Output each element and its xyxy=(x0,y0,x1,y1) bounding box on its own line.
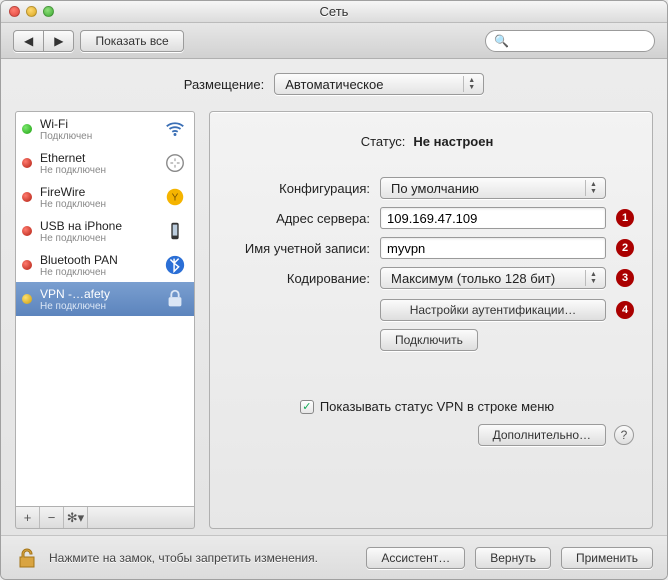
ethernet-icon xyxy=(162,150,188,176)
status-dot-icon xyxy=(22,192,32,202)
search-field[interactable]: 🔍 xyxy=(485,30,655,52)
server-input[interactable] xyxy=(380,207,606,229)
lock-hint: Нажмите на замок, чтобы запретить измене… xyxy=(49,551,356,565)
location-select[interactable]: Автоматическое ▲▼ xyxy=(274,73,484,95)
forward-button[interactable]: ▶ xyxy=(44,30,74,52)
prefs-window: Сеть ◀ ▶ Показать все 🔍 Размещение: Авто… xyxy=(0,0,668,580)
service-status: Не подключен xyxy=(40,267,154,278)
service-name: Ethernet xyxy=(40,151,154,165)
service-item-firewire[interactable]: FireWireНе подключен Y xyxy=(16,180,194,214)
service-name: FireWire xyxy=(40,185,154,199)
config-label: Конфигурация: xyxy=(220,181,370,196)
config-value: По умолчанию xyxy=(391,181,479,196)
service-item-bluetooth[interactable]: Bluetooth PANНе подключен xyxy=(16,248,194,282)
service-item-vpn[interactable]: VPN -…afetyНе подключен xyxy=(16,282,194,316)
status-dot-icon xyxy=(22,124,32,134)
svg-text:Y: Y xyxy=(172,193,179,204)
connect-button[interactable]: Подключить xyxy=(380,329,478,351)
service-item-wifi[interactable]: Wi-FiПодключен xyxy=(16,112,194,146)
updown-icon: ▲▼ xyxy=(585,180,601,196)
vpn-icon xyxy=(162,286,188,312)
show-status-row: ✓ Показывать статус VPN в строке меню xyxy=(220,399,634,414)
back-button[interactable]: ◀ xyxy=(13,30,44,52)
service-actions-button[interactable]: ✻▾ xyxy=(64,507,88,528)
service-name: USB на iPhone xyxy=(40,219,154,233)
service-item-ethernet[interactable]: EthernetНе подключен xyxy=(16,146,194,180)
search-icon: 🔍 xyxy=(494,34,509,48)
status-label: Статус: xyxy=(361,134,406,149)
bluetooth-icon xyxy=(162,252,188,278)
account-input[interactable] xyxy=(380,237,606,259)
search-input[interactable] xyxy=(514,34,646,48)
back-icon: ◀ xyxy=(24,34,33,48)
firewire-icon: Y xyxy=(162,184,188,210)
encryption-row: Кодирование: Максимум (только 128 бит) ▲… xyxy=(220,267,634,289)
service-name: VPN -…afety xyxy=(40,287,154,301)
annotation-1: 1 xyxy=(616,209,634,227)
status-dot-icon xyxy=(22,294,32,304)
config-select[interactable]: По умолчанию ▲▼ xyxy=(380,177,606,199)
location-row: Размещение: Автоматическое ▲▼ xyxy=(1,59,667,105)
encryption-value: Максимум (только 128 бит) xyxy=(391,271,555,286)
show-status-label: Показывать статус VPN в строке меню xyxy=(320,399,554,414)
location-value: Автоматическое xyxy=(285,77,383,92)
service-name: Bluetooth PAN xyxy=(40,253,154,267)
detail-pane: Статус: Не настроен Конфигурация: По умо… xyxy=(209,111,653,529)
status-dot-icon xyxy=(22,158,32,168)
iphone-icon xyxy=(162,218,188,244)
service-item-iphone[interactable]: USB на iPhoneНе подключен xyxy=(16,214,194,248)
footer: Нажмите на замок, чтобы запретить измене… xyxy=(1,535,667,579)
updown-icon: ▲▼ xyxy=(463,76,479,92)
server-label: Адрес сервера: xyxy=(220,211,370,226)
annotation-3: 3 xyxy=(616,269,634,287)
apply-button[interactable]: Применить xyxy=(561,547,653,569)
encryption-select[interactable]: Максимум (только 128 бит) ▲▼ xyxy=(380,267,606,289)
service-status: Не подключен xyxy=(40,199,154,210)
config-row: Конфигурация: По умолчанию ▲▼ xyxy=(220,177,634,199)
content: Wi-FiПодключенEthernetНе подключенFireWi… xyxy=(1,105,667,535)
status-dot-icon xyxy=(22,226,32,236)
auth-row: Настройки аутентификации… 4 xyxy=(380,299,634,321)
advanced-button[interactable]: Дополнительно… xyxy=(478,424,606,446)
show-status-checkbox[interactable]: ✓ xyxy=(300,400,314,414)
status-row: Статус: Не настроен xyxy=(220,134,634,149)
assist-button[interactable]: Ассистент… xyxy=(366,547,465,569)
account-row: Имя учетной записи: 2 xyxy=(220,237,634,259)
nav-segment: ◀ ▶ xyxy=(13,30,74,52)
encryption-label: Кодирование: xyxy=(220,271,370,286)
toolbar: ◀ ▶ Показать все 🔍 xyxy=(1,23,667,59)
revert-button[interactable]: Вернуть xyxy=(475,547,551,569)
service-status: Не подключен xyxy=(40,165,154,176)
service-status: Не подключен xyxy=(40,233,154,244)
wifi-icon xyxy=(162,116,188,142)
account-label: Имя учетной записи: xyxy=(220,241,370,256)
advanced-row: Дополнительно… ? xyxy=(220,424,634,446)
remove-service-button[interactable]: − xyxy=(40,507,64,528)
lock-icon[interactable] xyxy=(15,546,39,570)
list-toolbar: + − ✻▾ xyxy=(15,507,195,529)
connect-row: Подключить xyxy=(380,329,634,351)
forward-icon: ▶ xyxy=(54,34,63,48)
status-dot-icon xyxy=(22,260,32,270)
help-button[interactable]: ? xyxy=(614,425,634,445)
service-list: Wi-FiПодключенEthernetНе подключенFireWi… xyxy=(15,111,195,507)
server-row: Адрес сервера: 1 xyxy=(220,207,634,229)
sidebar: Wi-FiПодключенEthernetНе подключенFireWi… xyxy=(15,111,195,529)
titlebar: Сеть xyxy=(1,1,667,23)
annotation-2: 2 xyxy=(616,239,634,257)
annotation-4: 4 xyxy=(616,301,634,319)
service-status: Не подключен xyxy=(40,301,154,312)
updown-icon: ▲▼ xyxy=(585,270,601,286)
status-value: Не настроен xyxy=(413,134,493,149)
service-status: Подключен xyxy=(40,131,154,142)
window-title: Сеть xyxy=(1,4,667,19)
service-name: Wi-Fi xyxy=(40,117,154,131)
location-label: Размещение: xyxy=(184,77,265,92)
show-all-button[interactable]: Показать все xyxy=(80,30,183,52)
add-service-button[interactable]: + xyxy=(16,507,40,528)
auth-settings-button[interactable]: Настройки аутентификации… xyxy=(380,299,606,321)
